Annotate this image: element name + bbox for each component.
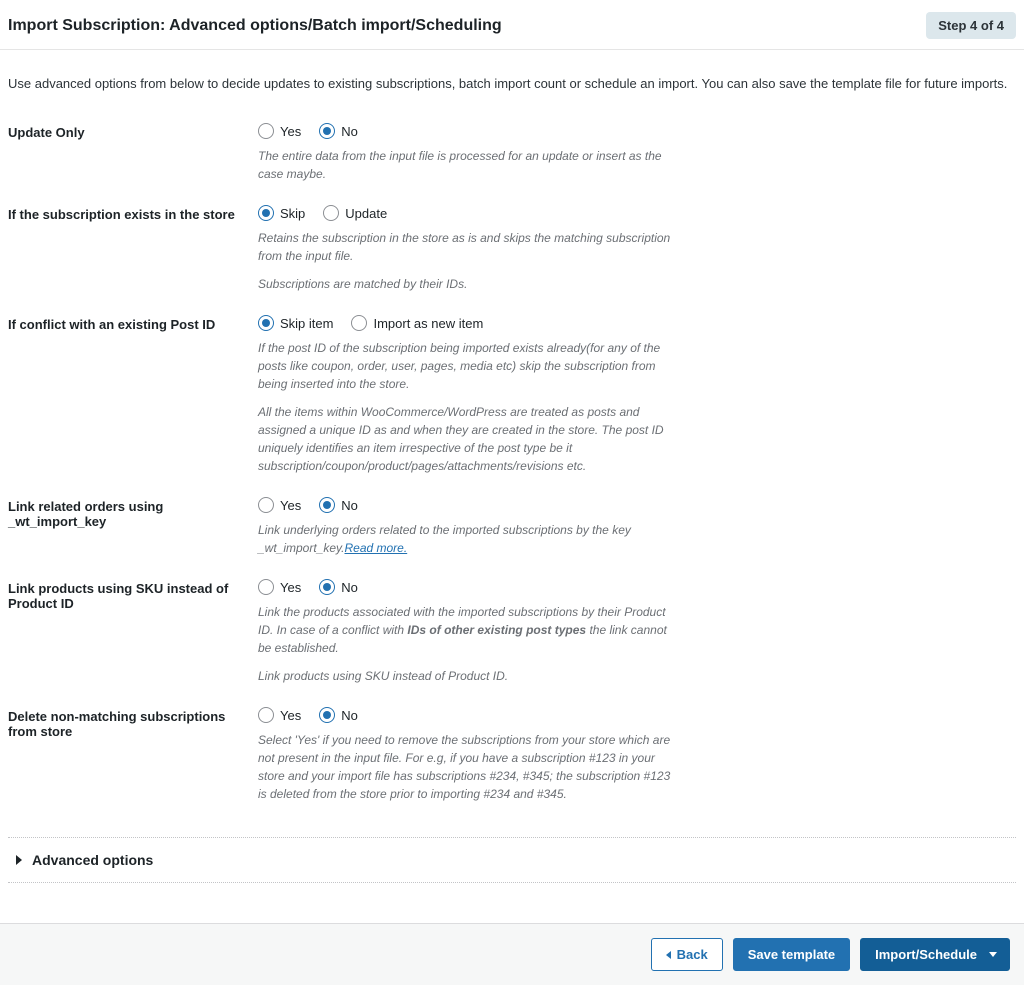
accordion-title: Advanced options [32, 852, 153, 868]
radio-group-update-only: Yes No [258, 123, 678, 139]
radio-label: Skip item [280, 316, 333, 331]
radio-link-sku-no[interactable]: No [319, 579, 358, 595]
radio-delete-nonmatch-no[interactable]: No [319, 707, 358, 723]
radio-icon [258, 497, 274, 513]
read-more-link[interactable]: Read more. [344, 541, 407, 555]
help-text: Select 'Yes' if you need to remove the s… [258, 731, 678, 803]
radio-group-link-orders: Yes No [258, 497, 678, 513]
radio-group-conflict: Skip item Import as new item [258, 315, 678, 331]
field-if-exists: If the subscription exists in the store … [8, 183, 1016, 293]
page-header: Import Subscription: Advanced options/Ba… [0, 0, 1024, 50]
radio-group-link-sku: Yes No [258, 579, 678, 595]
radio-update-only-yes[interactable]: Yes [258, 123, 301, 139]
radio-delete-nonmatch-yes[interactable]: Yes [258, 707, 301, 723]
radio-if-exists-update[interactable]: Update [323, 205, 387, 221]
intro-text: Use advanced options from below to decid… [0, 50, 1024, 101]
radio-conflict-import[interactable]: Import as new item [351, 315, 483, 331]
radio-label: Yes [280, 124, 301, 139]
radio-icon [319, 497, 335, 513]
field-label: If conflict with an existing Post ID [8, 315, 258, 332]
help-text: Retains the subscription in the store as… [258, 229, 678, 265]
radio-icon [258, 315, 274, 331]
field-label: Link products using SKU instead of Produ… [8, 579, 258, 611]
help-text: The entire data from the input file is p… [258, 147, 678, 183]
help-text: Subscriptions are matched by their IDs. [258, 275, 678, 293]
radio-icon [258, 579, 274, 595]
help-prefix: Link underlying orders related to the im… [258, 523, 631, 555]
radio-label: No [341, 124, 358, 139]
radio-icon [319, 707, 335, 723]
field-update-only: Update Only Yes No The entire data from … [8, 101, 1016, 183]
radio-group-if-exists: Skip Update [258, 205, 678, 221]
radio-group-delete-nonmatch: Yes No [258, 707, 678, 723]
footer-bar: Back Save template Import/Schedule [0, 923, 1024, 985]
radio-label: No [341, 580, 358, 595]
button-label: Save template [748, 947, 835, 962]
radio-label: Yes [280, 498, 301, 513]
radio-label: Yes [280, 580, 301, 595]
field-link-sku: Link products using SKU instead of Produ… [8, 557, 1016, 685]
field-link-orders: Link related orders using _wt_import_key… [8, 475, 1016, 557]
radio-icon [351, 315, 367, 331]
radio-icon [258, 205, 274, 221]
back-button[interactable]: Back [651, 938, 723, 971]
radio-label: Yes [280, 708, 301, 723]
radio-label: Update [345, 206, 387, 221]
accordion-advanced-options[interactable]: Advanced options [8, 837, 1016, 883]
radio-icon [323, 205, 339, 221]
field-label: Link related orders using _wt_import_key [8, 497, 258, 529]
radio-label: Skip [280, 206, 305, 221]
import-schedule-button[interactable]: Import/Schedule [860, 938, 1010, 971]
help-text: Link products using SKU instead of Produ… [258, 667, 678, 685]
button-label: Back [677, 947, 708, 962]
radio-link-orders-yes[interactable]: Yes [258, 497, 301, 513]
radio-update-only-no[interactable]: No [319, 123, 358, 139]
radio-if-exists-skip[interactable]: Skip [258, 205, 305, 221]
field-label: Delete non-matching subscriptions from s… [8, 707, 258, 739]
button-label: Import/Schedule [875, 947, 977, 962]
radio-icon [319, 579, 335, 595]
radio-link-sku-yes[interactable]: Yes [258, 579, 301, 595]
radio-conflict-skip[interactable]: Skip item [258, 315, 333, 331]
field-label: Update Only [8, 123, 258, 140]
field-conflict: If conflict with an existing Post ID Ski… [8, 293, 1016, 475]
help-bold: IDs of other existing post types [407, 623, 586, 637]
step-badge: Step 4 of 4 [926, 12, 1016, 39]
radio-icon [319, 123, 335, 139]
help-text: All the items within WooCommerce/WordPre… [258, 403, 678, 475]
radio-label: No [341, 708, 358, 723]
save-template-button[interactable]: Save template [733, 938, 850, 971]
caret-down-icon [989, 952, 997, 957]
chevron-left-icon [666, 951, 671, 959]
field-label: If the subscription exists in the store [8, 205, 258, 222]
radio-label: No [341, 498, 358, 513]
radio-link-orders-no[interactable]: No [319, 497, 358, 513]
help-text: Link underlying orders related to the im… [258, 521, 678, 557]
page-title: Import Subscription: Advanced options/Ba… [8, 17, 502, 35]
radio-icon [258, 707, 274, 723]
caret-right-icon [16, 855, 22, 865]
radio-icon [258, 123, 274, 139]
help-text: Link the products associated with the im… [258, 603, 678, 657]
help-text: If the post ID of the subscription being… [258, 339, 678, 393]
field-delete-nonmatch: Delete non-matching subscriptions from s… [8, 685, 1016, 803]
radio-label: Import as new item [373, 316, 483, 331]
